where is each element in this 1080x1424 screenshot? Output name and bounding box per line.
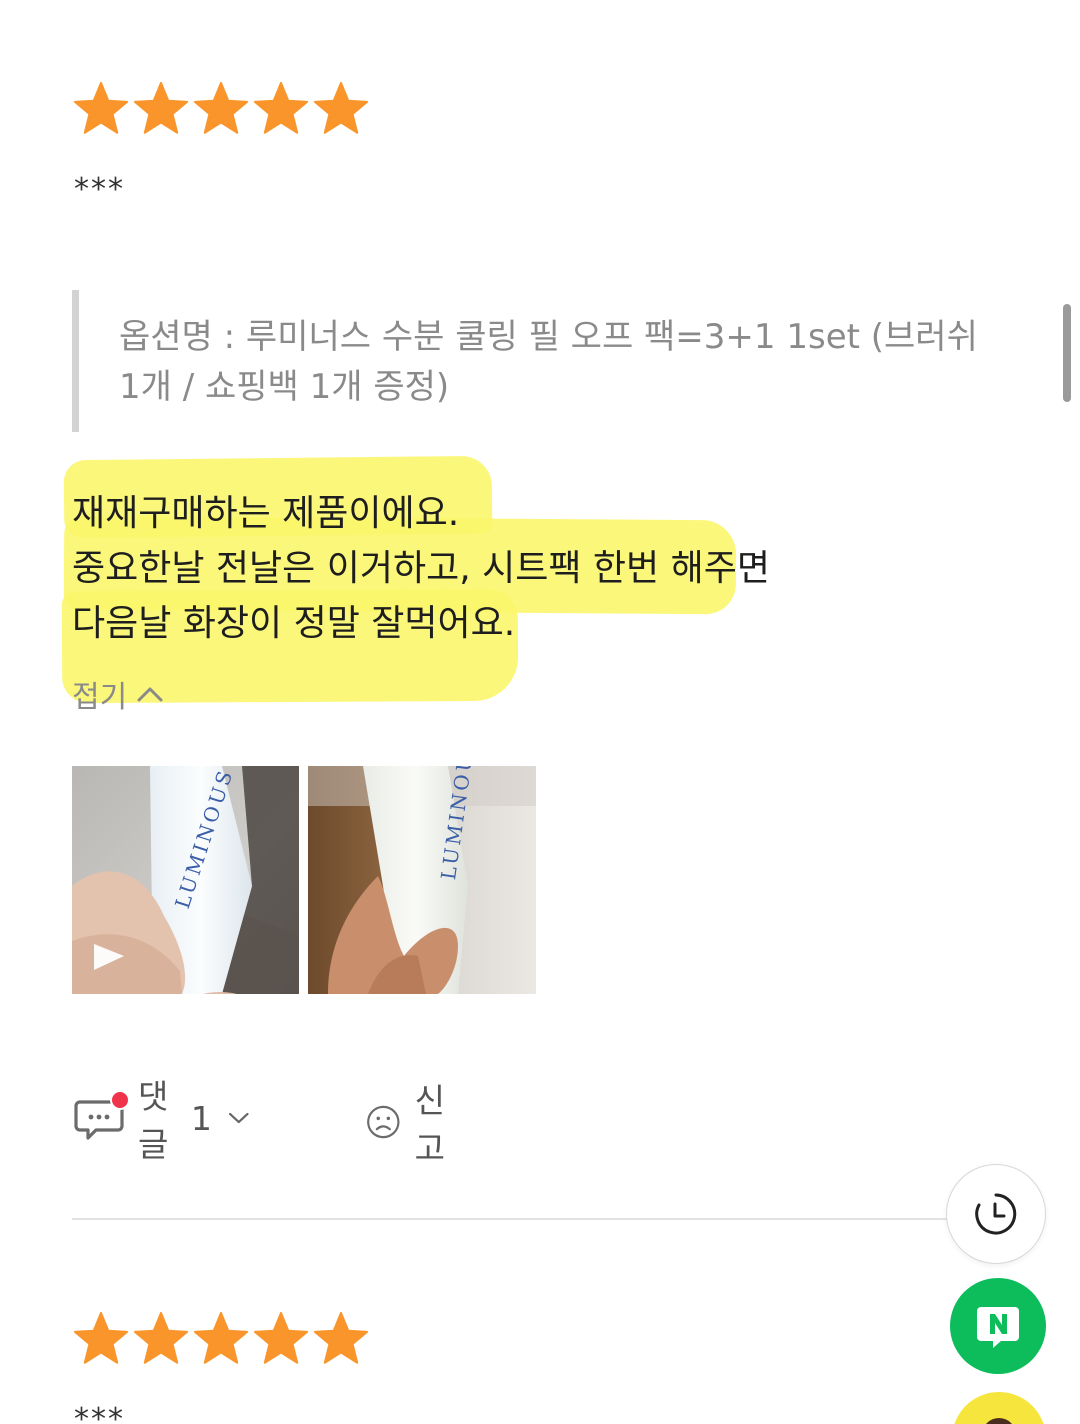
star-icon: [253, 81, 309, 134]
star-icon: [133, 1311, 189, 1364]
recent-history-button[interactable]: [946, 1164, 1046, 1264]
reviewer-name: ***: [74, 1402, 125, 1424]
star-icon: [73, 81, 129, 134]
report-label: 신고: [414, 1081, 445, 1168]
sad-face-icon: [367, 1105, 400, 1139]
photo-image: [308, 766, 536, 994]
clock-icon: [975, 1193, 1017, 1235]
naver-talk-icon: [977, 1307, 1019, 1348]
option-text: 옵션명 : 루미너스 수분 쿨링 필 오프 팩=3+1 1set (브러쉬 1개…: [119, 317, 978, 407]
review-line: 중요한날 전날은 이거하고, 시트팩 한번 해주면: [72, 548, 770, 589]
review-page: *** 옵션명 : 루미너스 수분 쿨링 필 오프 팩=3+1 1set (브러…: [0, 0, 1080, 1424]
comment-toggle-button[interactable]: 댓글 1: [72, 1070, 249, 1166]
rating-stars: [72, 80, 370, 138]
scrollbar[interactable]: [1063, 304, 1071, 402]
comment-label: 댓글: [138, 1077, 169, 1164]
review-photo[interactable]: LUMINOUS: [308, 766, 536, 994]
star-icon: [133, 81, 189, 134]
fold-button[interactable]: 접기: [72, 672, 163, 716]
rating-stars: [72, 1310, 370, 1368]
notification-dot: [110, 1090, 130, 1110]
star-icon: [193, 1311, 249, 1364]
comment-count: 1: [190, 1098, 212, 1138]
star-icon: [73, 1311, 129, 1364]
review-photo-video[interactable]: LUMINOUS: [72, 766, 299, 994]
review-divider: [72, 1218, 952, 1220]
star-icon: [253, 1311, 309, 1364]
fold-label: 접기: [72, 680, 128, 715]
star-icon: [313, 81, 369, 134]
review-line: 재재구매하는 제품이에요.: [72, 493, 460, 534]
reviewer-name: ***: [74, 172, 125, 207]
review-line: 다음날 화장이 정말 잘먹어요.: [72, 603, 516, 644]
chat-avatar-button[interactable]: [952, 1392, 1046, 1424]
chat-bubble-icon: [72, 1090, 130, 1146]
naver-talk-button[interactable]: [950, 1278, 1046, 1374]
chevron-up-icon: [137, 687, 163, 702]
report-button[interactable]: 신고: [366, 1074, 458, 1170]
chevron-down-icon: [228, 1112, 249, 1124]
review-body: 재재구매하는 제품이에요. 중요한날 전날은 이거하고, 시트팩 한번 해주면 …: [72, 486, 770, 651]
star-icon: [313, 1311, 369, 1364]
option-quote: 옵션명 : 루미너스 수분 쿨링 필 오프 팩=3+1 1set (브러쉬 1개…: [72, 290, 978, 432]
star-icon: [193, 81, 249, 134]
avatar: [982, 1418, 1016, 1424]
